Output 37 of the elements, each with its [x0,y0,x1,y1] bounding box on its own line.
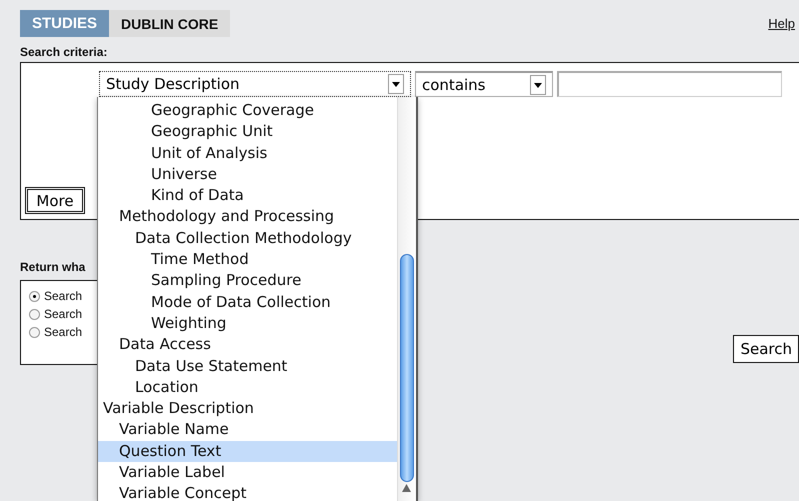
dropdown-option[interactable]: Location [98,376,397,398]
query-field[interactable] [557,71,782,97]
dropdown-option[interactable]: Methodology and Processing [98,206,397,228]
radio-button[interactable] [29,326,40,338]
dropdown-option[interactable]: Data Access [98,334,397,356]
dropdown-option[interactable]: Weighting [98,312,397,334]
operator-select[interactable]: contains [415,71,553,97]
dropdown-option[interactable]: Unit of Analysis [98,142,397,164]
dropdown-option[interactable]: Geographic Coverage [98,100,397,122]
dropdown-option[interactable]: Variable Label [98,462,397,484]
dropdown-option[interactable]: Sampling Procedure [98,270,397,292]
dropdown-option[interactable]: Kind of Data [98,185,397,206]
tab[interactable]: DUBLIN CORE [109,10,230,37]
search-criteria-label: Search criteria: [20,45,108,59]
dropdown-option[interactable]: Mode of Data Collection [98,292,397,313]
dropdown-menu[interactable] [97,97,418,501]
dropdown-option[interactable]: Data Collection Methodology [98,228,397,250]
dropdown-option[interactable]: Geographic Unit [98,121,397,143]
dropdown-option[interactable]: Variable Concept [98,483,397,501]
dropdown-option[interactable]: Question Text [98,440,397,462]
radio-option[interactable]: Search [29,307,82,321]
field-select[interactable]: Study Description [99,71,411,97]
radio-button[interactable] [29,308,40,320]
dropdown-option[interactable]: Variable Name [98,419,397,441]
radio-option[interactable]: Search [29,325,82,339]
return-what-label: Return wha [20,260,86,274]
search-button[interactable]: Search [733,335,799,363]
dropdown-option[interactable]: Universe [98,164,397,186]
dropdown-option[interactable]: Variable Description [98,398,397,420]
dropdown-option[interactable]: Data Use Statement [98,356,397,377]
scroll-up-arrow-icon[interactable] [402,484,411,492]
more-button[interactable]: More [25,187,85,214]
dropdown-option[interactable]: Time Method [98,249,397,270]
help-link[interactable]: Help [768,16,795,31]
radio-button[interactable] [29,290,40,302]
radio-option[interactable]: Search [29,289,82,303]
scrollbar-thumb[interactable] [400,254,414,482]
